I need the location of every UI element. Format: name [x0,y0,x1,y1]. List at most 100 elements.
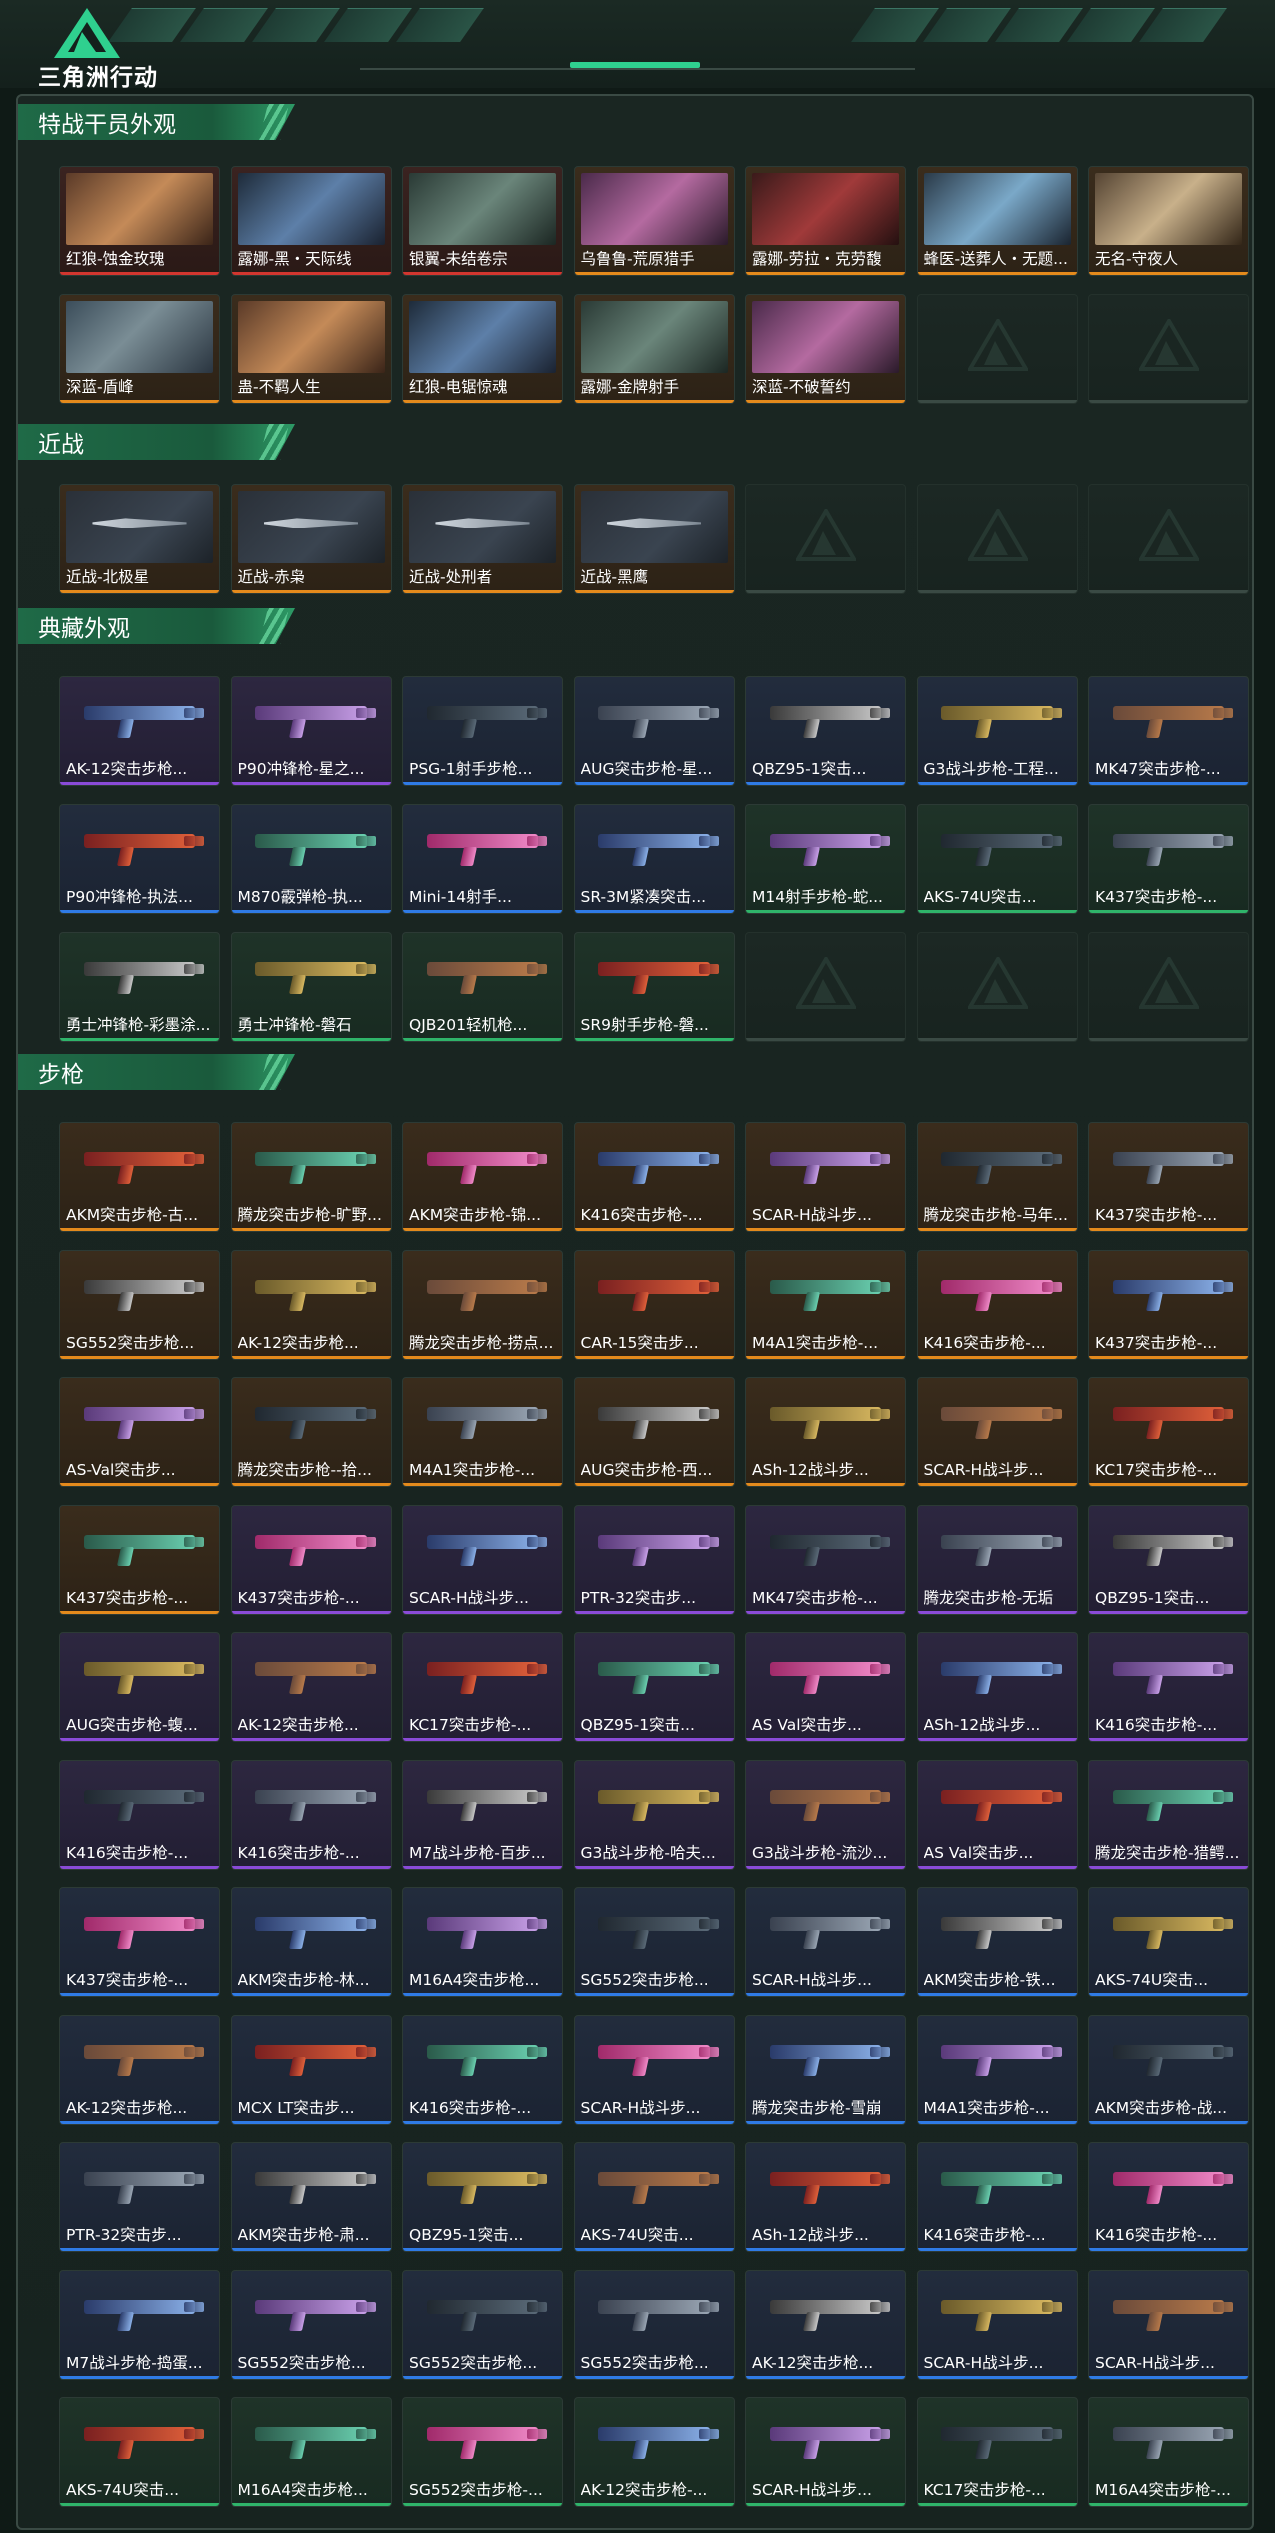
skin-card[interactable]: AKM突击步枪-铁... [916,1887,1078,1997]
skin-card[interactable]: 银翼-未结卷宗 [402,166,563,276]
skin-card[interactable]: SCAR-H战斗步... [402,1504,563,1615]
skin-card[interactable]: SCAR-H战斗步... [745,1122,906,1232]
skin-card[interactable]: K437突击步枪-... [59,1887,220,1997]
skin-card[interactable]: P90冲锋枪-执法... [59,804,220,914]
skin-card[interactable]: KC17突击步枪-... [916,2397,1078,2507]
skin-card[interactable]: AKM突击步枪-古... [59,1122,220,1232]
skin-card[interactable]: G3战斗步枪-哈夫... [573,1759,735,1870]
skin-card[interactable]: 近战-赤枭 [230,484,392,594]
skin-card[interactable]: K416突击步枪-... [402,2014,563,2125]
skin-card[interactable]: AKM突击步枪-锦... [402,1122,563,1232]
skin-card[interactable]: SG552突击步枪... [402,2269,563,2380]
skin-card[interactable]: KC17突击步枪-... [402,1632,563,1742]
skin-card[interactable]: 红狼-蚀金玫瑰 [59,166,220,276]
skin-card[interactable]: PTR-32突击步... [59,2142,220,2252]
skin-card[interactable]: QBZ95-1突击... [402,2142,563,2252]
skin-card[interactable]: M16A4突击步枪... [402,1887,563,1997]
skin-card[interactable]: AUG突击步枪-蝮... [59,1632,220,1742]
skin-card[interactable]: SG552突击步枪... [230,2269,392,2380]
skin-card[interactable]: G3战斗步枪-工程... [916,676,1078,786]
skin-card[interactable]: M4A1突击步枪-... [916,2014,1078,2125]
skin-card[interactable]: SG552突击步枪-... [402,2397,563,2507]
skin-card[interactable]: K416突击步枪-... [916,2142,1078,2252]
skin-card[interactable]: 近战-处刑者 [402,484,563,594]
skin-card[interactable]: K437突击步枪-... [1088,804,1249,914]
skin-card[interactable]: AUG突击步枪-西... [573,1377,735,1487]
skin-card[interactable]: K416突击步枪-... [916,1249,1078,1360]
skin-card[interactable]: AKS-74U突击... [573,2142,735,2252]
skin-card[interactable]: 腾龙突击步枪-猎鳄... [1088,1759,1249,1870]
skin-card[interactable]: 无名-守夜人 [1088,166,1249,276]
skin-card[interactable]: K416突击步枪-... [59,1759,220,1870]
skin-card[interactable]: AK-12突击步枪... [230,1249,392,1360]
skin-card[interactable]: AK-12突击步枪... [230,1632,392,1742]
skin-card[interactable]: 腾龙突击步枪-旷野... [230,1122,392,1232]
skin-card[interactable]: 蜂医-送葬人・无题... [916,166,1078,276]
skin-card[interactable]: SCAR-H战斗步... [1088,2269,1249,2380]
skin-card[interactable]: MK47突击步枪-... [1088,676,1249,786]
skin-card[interactable]: 露娜-劳拉・克劳馥 [745,166,906,276]
skin-card[interactable]: SCAR-H战斗步... [916,2269,1078,2380]
skin-card[interactable]: M4A1突击步枪-... [402,1377,563,1487]
skin-card[interactable]: ASh-12战斗步... [745,2142,906,2252]
skin-card[interactable]: AK-12突击步枪... [745,2269,906,2380]
skin-card[interactable]: AKS-74U突击... [916,804,1078,914]
skin-card[interactable]: 腾龙突击步枪--拾... [230,1377,392,1487]
skin-card[interactable]: K416突击步枪-... [573,1122,735,1232]
skin-card[interactable]: MCX LT突击步... [230,2014,392,2125]
skin-card[interactable]: SCAR-H战斗步... [916,1377,1078,1487]
skin-card[interactable]: P90冲锋枪-星之... [230,676,392,786]
skin-card[interactable]: M16A4突击步枪... [230,2397,392,2507]
skin-card[interactable]: M16A4突击步枪-... [1088,2397,1249,2507]
skin-card[interactable]: QBZ95-1突击... [573,1632,735,1742]
skin-card[interactable]: QJB201轻机枪... [402,932,563,1042]
skin-card[interactable]: KC17突击步枪-... [1088,1377,1249,1487]
skin-card[interactable]: 腾龙突击步枪-无垢 [916,1504,1078,1615]
skin-card[interactable]: AKS-74U突击... [59,2397,220,2507]
skin-card[interactable]: K416突击步枪-... [230,1759,392,1870]
skin-card[interactable]: AKM突击步枪-战... [1088,2014,1249,2125]
skin-card[interactable]: 勇士冲锋枪-磐石 [230,932,392,1042]
skin-card[interactable]: SCAR-H战斗步... [573,2014,735,2125]
skin-card[interactable]: SCAR-H战斗步... [745,1887,906,1997]
skin-card[interactable]: SG552突击步枪... [59,1249,220,1360]
skin-card[interactable]: 深蓝-盾峰 [59,294,220,404]
skin-card[interactable]: SG552突击步枪... [573,2269,735,2380]
skin-card[interactable]: SR9射手步枪-磐... [573,932,735,1042]
skin-card[interactable]: 腾龙突击步枪-马年... [916,1122,1078,1232]
skin-card[interactable]: SG552突击步枪... [573,1887,735,1997]
skin-card[interactable]: K437突击步枪-... [1088,1122,1249,1232]
skin-card[interactable]: 腾龙突击步枪-捞点... [402,1249,563,1360]
skin-card[interactable]: 近战-黑鹰 [573,484,735,594]
skin-card[interactable]: K416突击步枪-... [1088,1632,1249,1742]
skin-card[interactable]: ASh-12战斗步... [916,1632,1078,1742]
skin-card[interactable]: PSG-1射手步枪... [402,676,563,786]
skin-card[interactable]: ASh-12战斗步... [745,1377,906,1487]
skin-card[interactable]: G3战斗步枪-流沙... [745,1759,906,1870]
skin-card[interactable]: 深蓝-不破誓约 [745,294,906,404]
skin-card[interactable]: CAR-15突击步... [573,1249,735,1360]
skin-card[interactable]: AK-12突击步枪-... [573,2397,735,2507]
skin-card[interactable]: 近战-北极星 [59,484,220,594]
skin-card[interactable]: AKM突击步枪-林... [230,1887,392,1997]
skin-card[interactable]: PTR-32突击步... [573,1504,735,1615]
skin-card[interactable]: Mini-14射手... [402,804,563,914]
skin-card[interactable]: AK-12突击步枪... [59,2014,220,2125]
skin-card[interactable]: K437突击步枪-... [1088,1249,1249,1360]
skin-card[interactable]: M7战斗步枪-捣蛋... [59,2269,220,2380]
skin-card[interactable]: 露娜-金牌射手 [573,294,735,404]
skin-card[interactable]: SCAR-H战斗步... [745,2397,906,2507]
skin-card[interactable]: AS-Val突击步... [59,1377,220,1487]
skin-card[interactable]: M4A1突击步枪-... [745,1249,906,1360]
skin-card[interactable]: MK47突击步枪-... [745,1504,906,1615]
skin-card[interactable]: AK-12突击步枪... [59,676,220,786]
skin-card[interactable]: 蛊-不羁人生 [230,294,392,404]
skin-card[interactable]: SR-3M紧凑突击... [573,804,735,914]
skin-card[interactable]: 勇士冲锋枪-彩墨涂... [59,932,220,1042]
skin-card[interactable]: M7战斗步枪-百步... [402,1759,563,1870]
skin-card[interactable]: 腾龙突击步枪-雪崩 [745,2014,906,2125]
skin-card[interactable]: K437突击步枪-... [59,1504,220,1615]
skin-card[interactable]: 乌鲁鲁-荒原猎手 [573,166,735,276]
skin-card[interactable]: QBZ95-1突击... [745,676,906,786]
skin-card[interactable]: K416突击步枪-... [1088,2142,1249,2252]
